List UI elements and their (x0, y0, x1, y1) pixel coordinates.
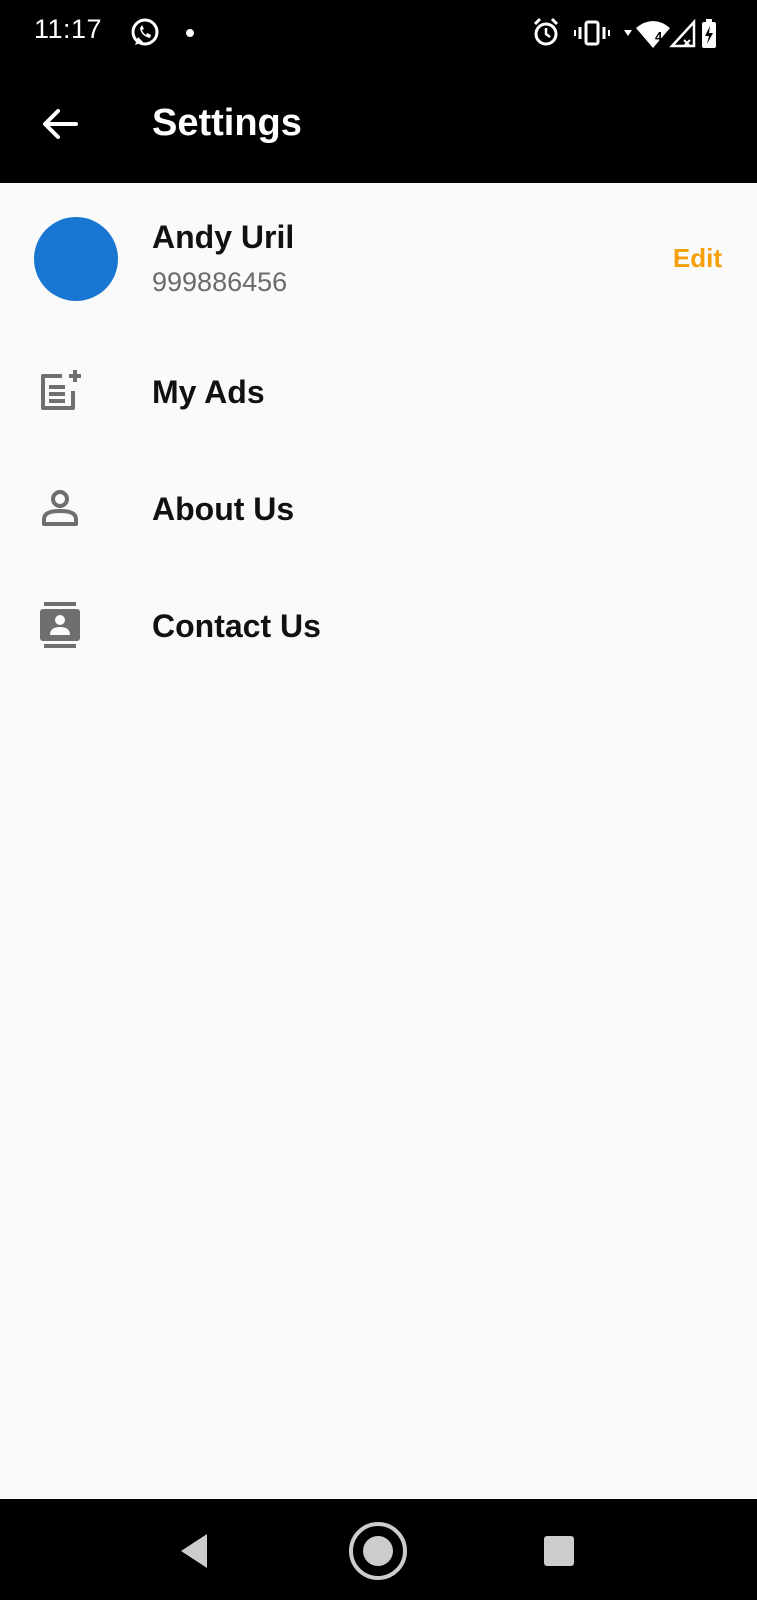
menu-label-contact-us: Contact Us (152, 608, 321, 644)
page-title: Settings (152, 102, 302, 144)
nav-bar (0, 1499, 757, 1600)
menu-item-about-us[interactable]: About Us (0, 455, 757, 565)
profile-row: Andy Uril 999886456 Edit (0, 183, 757, 333)
home-circle-icon (349, 1522, 407, 1580)
menu-label-my-ads: My Ads (152, 374, 265, 410)
menu-item-contact-us[interactable]: Contact Us (0, 572, 757, 682)
profile-name: Andy Uril (152, 219, 295, 255)
status-bar: 11:17 4 (0, 0, 757, 66)
back-triangle-icon (181, 1534, 207, 1568)
status-right-icons: 4 (532, 16, 727, 55)
avatar[interactable] (34, 217, 118, 301)
wifi-icon: 4 (636, 21, 670, 48)
whatsapp-icon (131, 18, 159, 46)
arrow-back-icon (43, 109, 78, 139)
nav-recents-button[interactable] (527, 1519, 591, 1583)
dot-icon (186, 29, 194, 37)
menu-item-my-ads[interactable]: My Ads (0, 338, 757, 448)
contacts-icon (40, 602, 80, 648)
wifi-badge: 4 (655, 29, 663, 44)
post-add-icon (41, 370, 81, 410)
profile-phone: 999886456 (152, 267, 288, 297)
dropdown-arrow-icon (624, 30, 632, 36)
nav-home-button[interactable] (346, 1519, 410, 1583)
signal-icon (669, 18, 696, 48)
battery-charging-icon (702, 19, 716, 48)
alarm-icon (533, 17, 559, 46)
status-left-icons (130, 16, 220, 55)
app-bar: Settings (0, 66, 757, 183)
recents-square-icon (544, 1536, 574, 1566)
vibrate-icon (574, 20, 610, 46)
back-button[interactable] (30, 94, 90, 154)
settings-content: Andy Uril 999886456 Edit My Ads About Us… (0, 183, 757, 1499)
status-time: 11:17 (34, 14, 103, 44)
person-outline-icon (42, 490, 78, 526)
edit-profile-button[interactable]: Edit (673, 243, 722, 274)
nav-back-button[interactable] (163, 1519, 227, 1583)
menu-label-about-us: About Us (152, 491, 295, 527)
